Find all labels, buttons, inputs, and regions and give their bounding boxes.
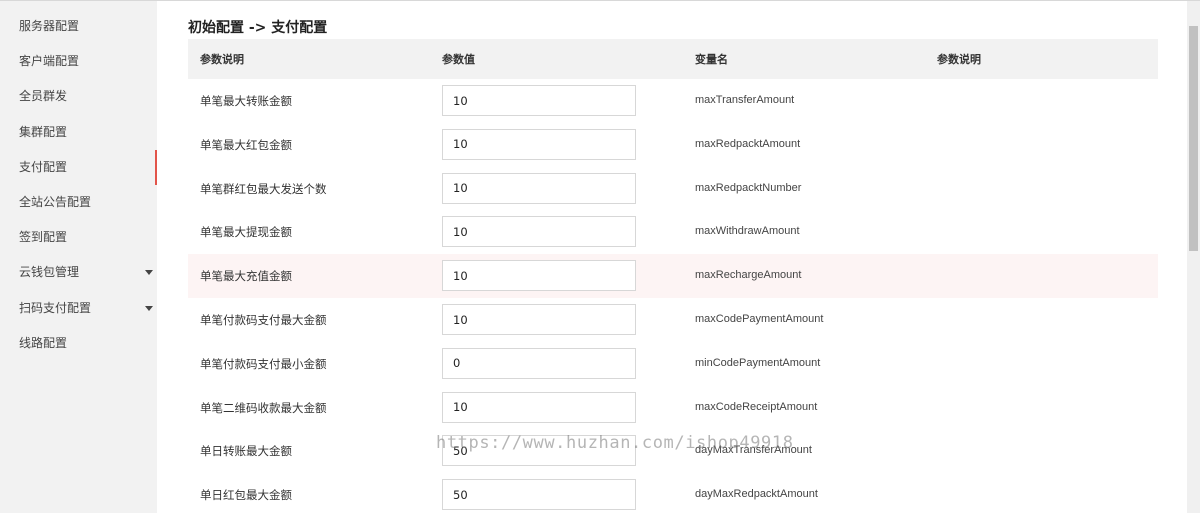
sidebar-item-label: 支付配置	[19, 159, 68, 174]
row-var-name: maxRechargeAmount	[695, 269, 802, 282]
param-value-input[interactable]	[442, 391, 636, 423]
header-param-value: 参数值	[442, 53, 475, 66]
row-var-name: maxCodeReceiptAmount	[695, 400, 818, 413]
sidebar-item-label: 扫码支付配置	[19, 300, 92, 315]
row-var-name: maxRedpacktNumber	[695, 181, 802, 194]
sidebar-item-label: 服务器配置	[19, 19, 80, 33]
sidebar-item-label: 签到配置	[19, 230, 68, 245]
table-row: 单日红包最大金额 dayMaxRedpacktAmount	[188, 473, 1158, 513]
caret-down-icon	[145, 270, 153, 276]
sidebar: 服务器配置 客户端配置 全员群发 集群配置 支付配置 全站公告配置 签到配置 云…	[0, 1, 157, 513]
row-var-name: maxCodePaymentAmount	[695, 313, 824, 325]
table-row: 单日转账最大金额 dayMaxTransferAmount	[188, 429, 1158, 473]
param-value-input[interactable]	[442, 85, 636, 116]
row-label: 单笔付款码支付最小金额	[200, 356, 327, 371]
main-content: 初始配置 -> 支付配置 参数说明 参数值 变量名 参数说明 单笔最大转账金额 …	[157, 1, 1187, 513]
row-label: 单笔二维码收款最大金额	[200, 400, 327, 415]
caret-down-icon	[145, 305, 153, 311]
row-label: 单笔群红包最大发送个数	[200, 181, 327, 196]
table-header: 参数说明 参数值 变量名 参数说明	[188, 39, 1158, 79]
param-value-input[interactable]	[442, 172, 636, 204]
row-var-name: maxTransferAmount	[695, 94, 795, 106]
row-label: 单日转账最大金额	[200, 444, 292, 459]
row-label: 单笔最大转账金额	[200, 94, 292, 108]
sidebar-item-payment-config[interactable]: 支付配置	[0, 149, 157, 186]
row-var-name: maxWithdrawAmount	[695, 225, 800, 238]
row-label: 单笔最大充值金额	[200, 269, 292, 284]
scrollbar-thumb[interactable]	[1189, 26, 1198, 251]
sidebar-item-label: 线路配置	[19, 335, 68, 350]
sidebar-item-server-config[interactable]: 服务器配置	[0, 9, 157, 44]
sidebar-item-label: 云钱包管理	[19, 265, 80, 280]
param-value-input[interactable]	[442, 435, 636, 467]
param-value-input[interactable]	[442, 260, 636, 292]
sidebar-item-broadcast[interactable]: 全员群发	[0, 79, 157, 114]
row-var-name: dayMaxRedpacktAmount	[695, 488, 818, 501]
sidebar-item-cluster-config[interactable]: 集群配置	[0, 115, 157, 150]
row-label: 单笔最大红包金额	[200, 137, 292, 152]
row-label: 单笔最大提现金额	[200, 225, 292, 240]
param-value-input[interactable]	[442, 304, 636, 335]
sidebar-item-cloud-wallet[interactable]: 云钱包管理	[0, 255, 157, 290]
row-var-name: maxRedpacktAmount	[695, 137, 801, 150]
row-var-name: minCodePaymentAmount	[695, 356, 821, 369]
param-value-input[interactable]	[442, 479, 636, 511]
header-var-name: 变量名	[695, 53, 728, 66]
header-param-desc: 参数说明	[200, 53, 244, 66]
row-label: 单笔付款码支付最大金额	[200, 313, 327, 327]
param-value-input[interactable]	[442, 128, 636, 160]
table-row: 单笔最大红包金额 maxRedpacktAmount	[188, 123, 1158, 167]
table-row: 单笔付款码支付最小金额 minCodePaymentAmount	[188, 342, 1158, 386]
param-value-input[interactable]	[442, 347, 636, 379]
sidebar-item-announcement-config[interactable]: 全站公告配置	[0, 185, 157, 220]
table-row: 单笔最大转账金额 maxTransferAmount	[188, 79, 1158, 123]
sidebar-item-route-config[interactable]: 线路配置	[0, 326, 157, 361]
row-label: 单日红包最大金额	[200, 488, 292, 503]
row-var-name: dayMaxTransferAmount	[695, 444, 812, 457]
header-param-note: 参数说明	[937, 53, 981, 66]
param-value-input[interactable]	[442, 216, 636, 248]
vertical-scrollbar[interactable]	[1187, 1, 1200, 513]
sidebar-item-scan-pay-config[interactable]: 扫码支付配置	[0, 291, 157, 326]
sidebar-item-label: 全站公告配置	[19, 194, 92, 209]
table-row: 单笔最大提现金额 maxWithdrawAmount	[188, 210, 1158, 254]
page-title: 初始配置 -> 支付配置	[188, 20, 328, 36]
table-row: 单笔付款码支付最大金额 maxCodePaymentAmount	[188, 298, 1158, 342]
sidebar-item-label: 客户端配置	[19, 54, 80, 69]
sidebar-item-client-config[interactable]: 客户端配置	[0, 44, 157, 79]
table-row: 单笔二维码收款最大金额 maxCodeReceiptAmount	[188, 386, 1158, 430]
sidebar-item-label: 全员群发	[19, 89, 68, 104]
sidebar-item-checkin-config[interactable]: 签到配置	[0, 220, 157, 255]
table-row-highlighted: 单笔最大充值金额 maxRechargeAmount	[188, 254, 1158, 298]
sidebar-item-label: 集群配置	[19, 124, 68, 139]
table-row: 单笔群红包最大发送个数 maxRedpacktNumber	[188, 167, 1158, 211]
